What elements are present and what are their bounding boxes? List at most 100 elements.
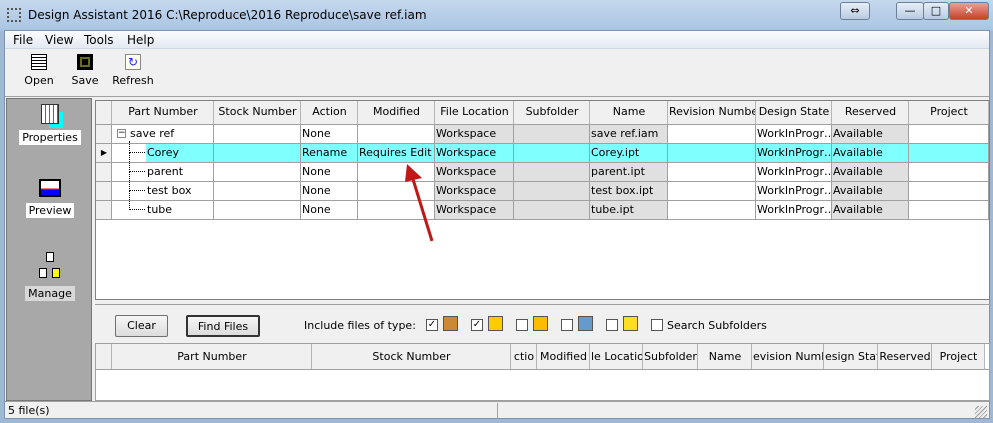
results-col[interactable]: le Locatio — [590, 344, 643, 369]
filetype-checkbox[interactable]: ✓ — [426, 319, 438, 331]
cell-stock[interactable] — [214, 182, 301, 200]
cell-project[interactable] — [909, 125, 989, 143]
refresh-button[interactable]: ↻ Refresh — [111, 54, 155, 87]
cell-reserved[interactable]: Available — [832, 125, 909, 143]
results-col[interactable]: Project — [932, 344, 985, 369]
table-row[interactable]: parent None Workspace parent.ipt WorkInProgr… — [96, 153, 989, 182]
row-selector[interactable] — [96, 125, 112, 143]
cell-part[interactable]: tube — [146, 201, 214, 219]
results-col[interactable]: Name — [698, 344, 752, 369]
col-action[interactable]: Action — [301, 101, 358, 124]
cell-action[interactable]: None — [301, 125, 358, 143]
row-selector[interactable] — [96, 182, 112, 200]
find-files-button[interactable]: Find Files — [186, 315, 260, 337]
filetype-checkbox[interactable] — [516, 319, 528, 331]
menu-file[interactable]: File — [13, 33, 33, 47]
cell-part[interactable]: Corey — [146, 144, 214, 162]
cell-reserved[interactable]: Available — [832, 144, 909, 162]
cell-reserved[interactable]: Available — [832, 163, 909, 181]
results-col[interactable]: Stock Number — [312, 344, 511, 369]
resize-grip[interactable] — [975, 406, 987, 418]
cell-project[interactable] — [909, 182, 989, 200]
cell-revision[interactable] — [668, 163, 756, 181]
cell-subfolder[interactable] — [514, 125, 590, 143]
results-col[interactable]: Part Number — [112, 344, 312, 369]
sidebar-item-manage[interactable]: Manage — [7, 252, 93, 301]
cell-name[interactable]: Corey.ipt — [590, 144, 668, 162]
save-button[interactable]: Save — [63, 54, 107, 87]
results-col[interactable]: esign Stat — [824, 344, 878, 369]
cell-subfolder[interactable] — [514, 182, 590, 200]
cell-project[interactable] — [909, 201, 989, 219]
results-col[interactable]: Subfolder — [643, 344, 698, 369]
cell-location[interactable]: Workspace — [435, 163, 514, 181]
close-button[interactable]: ✕ — [949, 2, 989, 20]
cell-name[interactable]: save ref.iam — [590, 125, 668, 143]
table-row[interactable]: test box None Workspace test box.ipt WorkInP… — [96, 172, 989, 201]
row-selector[interactable]: ▶ — [96, 144, 112, 162]
minimize-button[interactable]: — — [896, 2, 924, 20]
search-subfolders-checkbox[interactable] — [651, 319, 663, 331]
cell-location[interactable]: Workspace — [435, 125, 514, 143]
cell-project[interactable] — [909, 163, 989, 181]
cell-modified[interactable] — [358, 125, 435, 143]
cell-state[interactable]: WorkInProgr… — [756, 125, 832, 143]
col-name[interactable]: Name — [590, 101, 668, 124]
cell-revision[interactable] — [668, 125, 756, 143]
cell-reserved[interactable]: Available — [832, 201, 909, 219]
col-revision-number[interactable]: Revision Number — [668, 101, 756, 124]
cell-project[interactable] — [909, 144, 989, 162]
table-row[interactable]: ▶ Corey Rename Requires Edit Workspace Corey.… — [96, 141, 989, 163]
cell-action[interactable]: None — [301, 201, 358, 219]
cell-stock[interactable] — [214, 201, 301, 219]
cell-revision[interactable] — [668, 144, 756, 162]
col-modified[interactable]: Modified — [358, 101, 435, 124]
table-row[interactable]: save ref None Workspace save ref.iam WorkInP… — [96, 125, 989, 144]
col-file-location[interactable]: File Location — [435, 101, 514, 124]
cell-name[interactable]: tube.ipt — [590, 201, 668, 219]
cell-part[interactable]: parent — [146, 163, 214, 181]
table-row[interactable]: tube None Workspace tube.ipt WorkInProgr… Ava… — [96, 191, 989, 220]
col-project[interactable]: Project — [909, 101, 989, 124]
cell-location[interactable]: Workspace — [435, 144, 514, 162]
menu-help[interactable]: Help — [127, 33, 154, 47]
col-subfolder[interactable]: Subfolder — [514, 101, 590, 124]
menu-tools[interactable]: Tools — [84, 33, 114, 47]
cell-state[interactable]: WorkInProgr… — [756, 182, 832, 200]
cell-subfolder[interactable] — [514, 163, 590, 181]
filetype-checkbox[interactable]: ✓ — [471, 319, 483, 331]
cell-stock[interactable] — [214, 144, 301, 162]
cell-name[interactable]: parent.ipt — [590, 163, 668, 181]
open-button[interactable]: Open — [17, 54, 61, 87]
cell-state[interactable]: WorkInProgr… — [756, 144, 832, 162]
cell-action[interactable]: None — [301, 163, 358, 181]
cell-location[interactable]: Workspace — [435, 201, 514, 219]
col-design-state[interactable]: Design State — [756, 101, 832, 124]
filetype-checkbox[interactable] — [606, 319, 618, 331]
cell-state[interactable]: WorkInProgr… — [756, 163, 832, 181]
collapse-toggle-icon[interactable]: − — [117, 129, 126, 138]
cell-stock[interactable] — [214, 163, 301, 181]
cell-name[interactable]: test box.ipt — [590, 182, 668, 200]
col-reserved[interactable]: Reserved — [832, 101, 909, 124]
results-col[interactable]: Modified — [537, 344, 590, 369]
cell-revision[interactable] — [668, 201, 756, 219]
cell-part[interactable]: test box — [146, 182, 214, 200]
cell-subfolder[interactable] — [514, 144, 590, 162]
menu-view[interactable]: View — [45, 33, 73, 47]
restore-arrows-button[interactable]: ⇔ — [840, 2, 870, 20]
cell-action[interactable]: Rename — [301, 144, 358, 162]
cell-revision[interactable] — [668, 182, 756, 200]
results-col[interactable]: ctio — [511, 344, 537, 369]
cell-state[interactable]: WorkInProgr… — [756, 201, 832, 219]
cell-subfolder[interactable] — [514, 201, 590, 219]
cell-stock[interactable] — [214, 125, 301, 143]
cell-location[interactable]: Workspace — [435, 182, 514, 200]
sidebar-item-preview[interactable]: Preview — [7, 179, 93, 218]
cell-action[interactable]: None — [301, 182, 358, 200]
row-selector[interactable] — [96, 201, 112, 219]
results-col[interactable]: Reserved — [878, 344, 932, 369]
results-col[interactable]: evision Numbe — [752, 344, 824, 369]
cell-reserved[interactable]: Available — [832, 182, 909, 200]
maximize-button[interactable]: □ — [923, 2, 949, 20]
